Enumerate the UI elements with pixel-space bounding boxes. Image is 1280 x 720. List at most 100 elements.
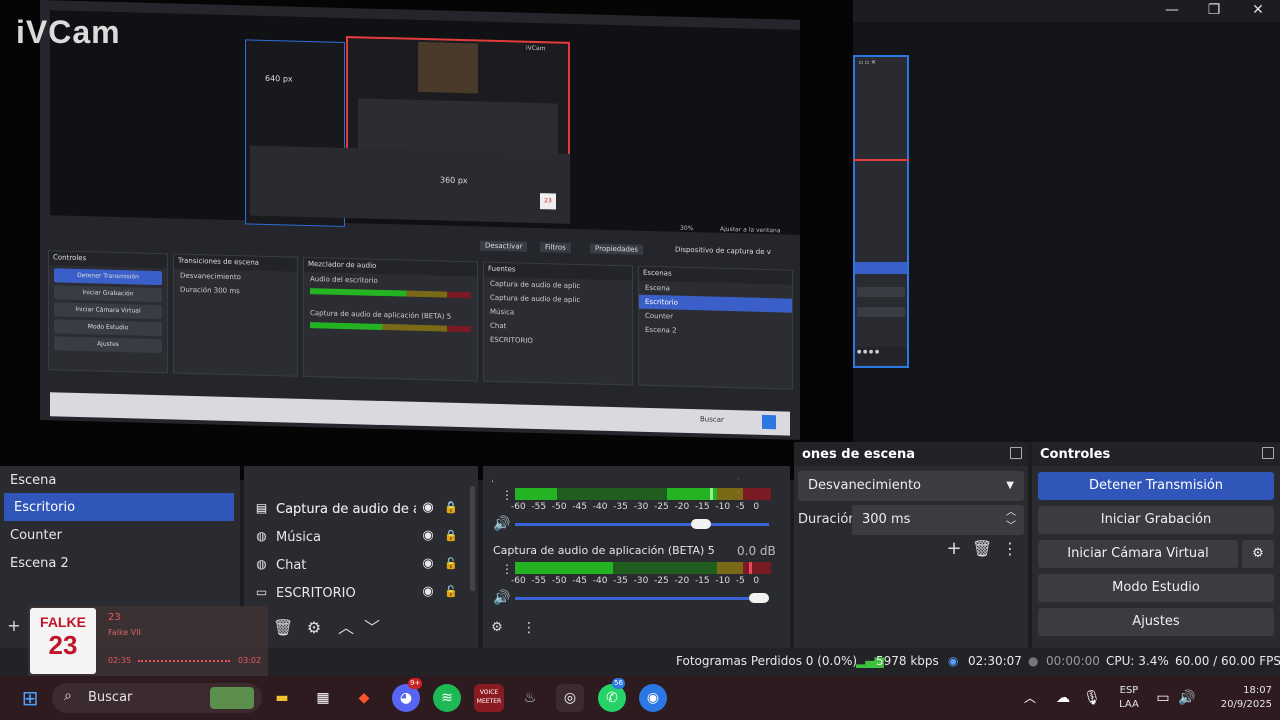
lock-icon[interactable]: 🔒 bbox=[444, 500, 458, 516]
scene-item-selected[interactable]: Escritorio bbox=[4, 493, 234, 521]
plus-icon: + bbox=[7, 616, 21, 635]
volume-slider-handle[interactable] bbox=[749, 593, 769, 603]
monitor-docks: Controles Detener Transmisión Iniciar Gr… bbox=[48, 250, 793, 395]
spin-down-icon[interactable]: ﹀ bbox=[1006, 512, 1016, 542]
obs-icon[interactable]: ◎ bbox=[556, 684, 584, 712]
transition-select[interactable]: Desvanecimiento ▼ bbox=[798, 471, 1024, 501]
whatsapp-icon[interactable]: ✆ 56 bbox=[598, 678, 626, 712]
mute-button[interactable]: 🔊 bbox=[493, 516, 510, 532]
kebab-icon: ⋮ bbox=[522, 620, 536, 636]
lock-icon[interactable]: 🔒 bbox=[444, 528, 458, 544]
windows-start-button[interactable]: ⊞ bbox=[16, 684, 44, 712]
lock-icon[interactable]: 🔓 bbox=[444, 556, 458, 572]
mon-ctrl-2: Iniciar Cámara Virtual bbox=[54, 302, 162, 320]
language-indicator[interactable]: ESP LAA bbox=[1116, 684, 1142, 712]
lock-icon[interactable]: 🔓 bbox=[444, 584, 458, 600]
duration-value: 300 ms bbox=[862, 512, 911, 527]
source-properties-button[interactable]: ⚙ bbox=[304, 618, 324, 638]
duration-spinbox[interactable]: 300 ms ︿ ﹀ bbox=[852, 505, 1024, 535]
network-icon[interactable]: ▭ bbox=[1152, 684, 1174, 712]
channel-db: -17.0 dB bbox=[738, 472, 739, 498]
sources-scrollbar[interactable] bbox=[470, 486, 475, 591]
minimize-button[interactable]: — bbox=[1150, 0, 1194, 22]
advanced-audio-button[interactable]: ⚙ bbox=[487, 618, 507, 638]
source-item[interactable]: ▭ ESCRITORIO ◉ 🔓 bbox=[244, 579, 470, 607]
remove-source-button[interactable]: 🗑 bbox=[273, 618, 293, 638]
volume-icon[interactable]: 🔊 bbox=[1176, 684, 1198, 712]
kebab-icon: ⋮ bbox=[1002, 539, 1018, 558]
speaker-icon: 🔊 bbox=[493, 590, 511, 606]
close-button[interactable]: ✕ bbox=[1236, 0, 1280, 22]
track-progress[interactable] bbox=[138, 660, 230, 662]
cloud-icon[interactable]: ☁ bbox=[1052, 684, 1074, 712]
selected-source-frame[interactable]: ▫ ▫ ✕ ● ● ● ● bbox=[853, 55, 909, 368]
scene-item[interactable]: Escena bbox=[0, 466, 236, 494]
channel-menu-button[interactable]: ⋮ bbox=[501, 488, 513, 502]
stop-stream-button[interactable]: Detener Transmisión bbox=[1038, 472, 1274, 500]
eye-icon[interactable]: ◉ bbox=[420, 557, 436, 571]
monitor-preview: 640 px iVCam 360 px 23 bbox=[50, 10, 800, 235]
mixer-menu-button[interactable]: ⋮ bbox=[519, 618, 539, 638]
transition-selected: Desvanecimiento bbox=[808, 478, 922, 493]
mon-deactivate: Desactivar bbox=[480, 240, 528, 252]
ivcam-app-icon[interactable]: ◉ bbox=[639, 684, 667, 712]
clock[interactable]: 18:07 20/9/2025 bbox=[1200, 684, 1272, 712]
settings-button[interactable]: Ajustes bbox=[1038, 608, 1274, 636]
channel-name: Captura de audio de aplicación (BETA) 5 bbox=[493, 544, 715, 557]
volume-slider-handle[interactable] bbox=[690, 519, 711, 529]
source-label: Chat bbox=[276, 558, 307, 573]
source-item[interactable]: ◍ Música ◉ 🔒 bbox=[244, 523, 470, 551]
steam-icon[interactable]: ♨ bbox=[516, 684, 544, 712]
float-icon[interactable] bbox=[1262, 447, 1274, 459]
track-title: 23 bbox=[108, 612, 121, 623]
source-item[interactable]: ▤ Captura de audio de aplic ◉ 🔒 bbox=[244, 495, 470, 523]
channel-menu-button[interactable]: ⋮ bbox=[501, 562, 513, 576]
start-recording-button[interactable]: Iniciar Grabación bbox=[1038, 506, 1274, 534]
scene-item[interactable]: Escena 2 bbox=[0, 549, 236, 577]
maximize-button[interactable]: ❐ bbox=[1192, 0, 1236, 22]
source-item[interactable]: ◍ Chat ◉ 🔓 bbox=[244, 551, 470, 579]
microphone-icon[interactable]: 🎙 bbox=[1082, 684, 1102, 712]
media-notification[interactable]: FALKE 23 23 Falke VII 02:35 03:02 bbox=[28, 606, 268, 680]
volume-slider-app[interactable] bbox=[515, 597, 769, 600]
sources-dock: ▤ Captura de audio de aplic ◉ 🔓 ◍ Música… bbox=[244, 466, 478, 648]
transition-menu-button[interactable]: ⋮ bbox=[1000, 539, 1020, 559]
show-hidden-icons-button[interactable]: ︿ bbox=[1020, 684, 1040, 712]
eye-icon[interactable]: ◉ bbox=[420, 585, 436, 599]
mute-button[interactable]: 🔊 bbox=[493, 590, 510, 606]
move-down-button[interactable]: ﹀ bbox=[362, 618, 382, 638]
mon-device: Dispositivo de captura de v bbox=[675, 245, 771, 257]
virtual-camera-settings-button[interactable]: ⚙ bbox=[1242, 540, 1274, 568]
add-scene-button[interactable]: + bbox=[4, 616, 24, 636]
search-highlight-image bbox=[210, 687, 254, 709]
spotify-icon[interactable]: ≋ bbox=[433, 684, 461, 712]
microsoft-store-icon[interactable]: ▦ bbox=[309, 684, 337, 712]
start-virtual-camera-button[interactable]: Iniciar Cámara Virtual bbox=[1038, 540, 1238, 568]
taskbar-search[interactable]: ⌕ Buscar bbox=[52, 683, 262, 713]
brave-browser-icon[interactable]: ◆ bbox=[350, 684, 378, 712]
move-up-button[interactable]: ︿ bbox=[336, 618, 356, 638]
eye-icon[interactable]: ◉ bbox=[420, 529, 436, 543]
volume-slider-desktop[interactable] bbox=[515, 523, 769, 526]
add-transition-button[interactable]: + bbox=[944, 539, 964, 559]
bitrate: 5978 kbps bbox=[876, 654, 939, 668]
source-label: ESCRITORIO bbox=[276, 586, 356, 601]
photographed-monitor: 640 px iVCam 360 px 23 30% Ajustar a la … bbox=[40, 0, 800, 440]
trash-icon: 🗑 bbox=[273, 618, 294, 637]
cpu-usage: CPU: 3.4% bbox=[1106, 654, 1169, 668]
trash-icon: 🗑 bbox=[972, 539, 993, 558]
remove-transition-button[interactable]: 🗑 bbox=[972, 539, 992, 559]
float-icon[interactable] bbox=[1010, 447, 1022, 459]
discord-icon[interactable]: ◕ 9+ bbox=[392, 678, 423, 712]
ivcam-feed: 640 px iVCam 360 px 23 30% Ajustar a la … bbox=[0, 0, 853, 480]
file-explorer-icon[interactable]: ▬ bbox=[268, 684, 296, 712]
mixer-ticks: -60 -55 -50 -45 -40 -35 -30 -25 -20 -15 … bbox=[511, 576, 760, 586]
minimize-icon: — bbox=[1165, 2, 1179, 18]
studio-mode-button[interactable]: Modo Estudio bbox=[1038, 574, 1274, 602]
voicemeeter-icon[interactable]: VOICE MEETER bbox=[474, 684, 504, 712]
scene-item[interactable]: Counter bbox=[0, 521, 236, 549]
eye-icon[interactable]: ◉ bbox=[420, 501, 436, 515]
meter-desktop bbox=[515, 488, 771, 500]
search-icon: ⌕ bbox=[64, 688, 72, 704]
mon-duration: 300 ms bbox=[213, 286, 240, 296]
